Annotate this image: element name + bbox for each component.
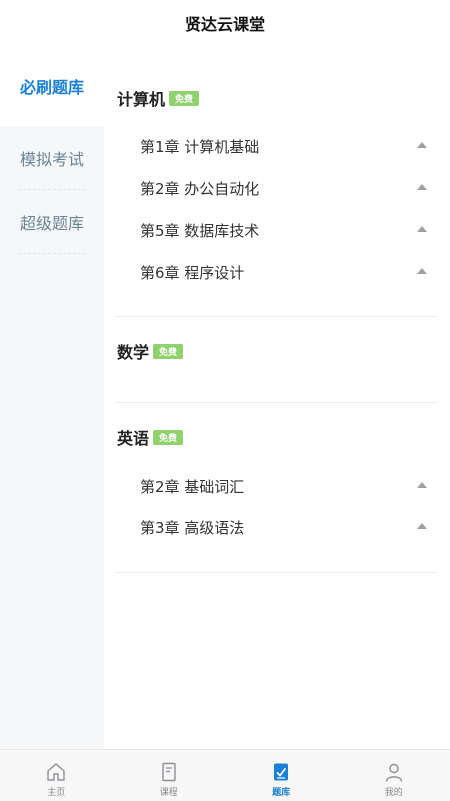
sidebar-item-label: 模拟考试 (20, 146, 84, 170)
chapter-label: 第2章 基础词汇 (140, 476, 244, 497)
sidebar-item-label: 必刷题库 (20, 74, 84, 98)
tab-question-bank[interactable]: 题库 (225, 750, 338, 801)
collapse-arrow-icon[interactable] (417, 184, 427, 190)
tab-course[interactable]: 课程 (113, 750, 226, 801)
free-badge: 免费 (169, 91, 199, 106)
chapter-label: 第2章 办公自动化 (140, 178, 259, 199)
sidebar-item-must-practice[interactable]: 必刷题库 (0, 46, 104, 126)
subject-name: 英语 (117, 425, 149, 449)
section-divider (116, 572, 438, 573)
chapter-item[interactable]: 第3章 高级语法 (104, 506, 450, 548)
collapse-arrow-icon[interactable] (417, 142, 427, 148)
subject-title: 计算机 免费 (104, 86, 450, 110)
free-badge: 免费 (153, 344, 183, 359)
tab-label: 课程 (160, 785, 178, 798)
home-icon (45, 761, 67, 783)
collapse-arrow-icon[interactable] (417, 523, 427, 529)
app-title: 贤达云课堂 (0, 0, 450, 46)
tab-home[interactable]: 主页 (0, 750, 113, 801)
question-bank-icon (270, 761, 292, 783)
sidebar-item-super-bank[interactable]: 超级题库 (0, 190, 104, 254)
collapse-arrow-icon[interactable] (417, 268, 427, 274)
bottom-tab-bar: 主页 课程 题库 我的 (0, 749, 450, 801)
collapse-arrow-icon[interactable] (417, 482, 427, 488)
tab-label: 主页 (47, 785, 65, 798)
chapter-label: 第3章 高级语法 (140, 517, 244, 538)
subject-section-computer: 计算机 免费 (104, 86, 450, 110)
sidebar-item-label: 超级题库 (20, 210, 84, 234)
tab-label: 我的 (385, 785, 403, 798)
subject-name: 数学 (117, 339, 149, 363)
free-badge: 免费 (153, 430, 183, 445)
subject-title: 英语 免费 (104, 425, 450, 449)
course-icon (158, 761, 180, 783)
chapter-label: 第6章 程序设计 (140, 262, 244, 283)
sidebar: 必刷题库 模拟考试 超级题库 (0, 46, 104, 749)
chapter-label: 第1章 计算机基础 (140, 136, 259, 157)
collapse-arrow-icon[interactable] (417, 226, 427, 232)
chapter-item[interactable]: 第2章 基础词汇 (104, 465, 450, 507)
chapter-item[interactable]: 第2章 办公自动化 (104, 167, 450, 209)
chapter-item[interactable]: 第1章 计算机基础 (104, 125, 450, 167)
subject-list: 计算机 免费 第1章 计算机基础 第2章 办公自动化 第5章 数据库技术 第6章… (104, 46, 450, 749)
subject-section-math: 数学 免费 (104, 339, 450, 363)
section-divider (116, 316, 438, 317)
subject-section-english: 英语 免费 (104, 425, 450, 449)
chapter-item[interactable]: 第5章 数据库技术 (104, 209, 450, 251)
subject-name: 计算机 (117, 86, 165, 110)
tab-profile[interactable]: 我的 (338, 750, 450, 801)
section-divider (116, 402, 438, 403)
subject-title: 数学 免费 (104, 339, 450, 363)
chapter-label: 第5章 数据库技术 (140, 220, 259, 241)
tab-label: 题库 (272, 785, 290, 798)
chapter-item[interactable]: 第6章 程序设计 (104, 251, 450, 293)
sidebar-item-mock-exam[interactable]: 模拟考试 (0, 126, 104, 190)
profile-icon (383, 761, 405, 783)
